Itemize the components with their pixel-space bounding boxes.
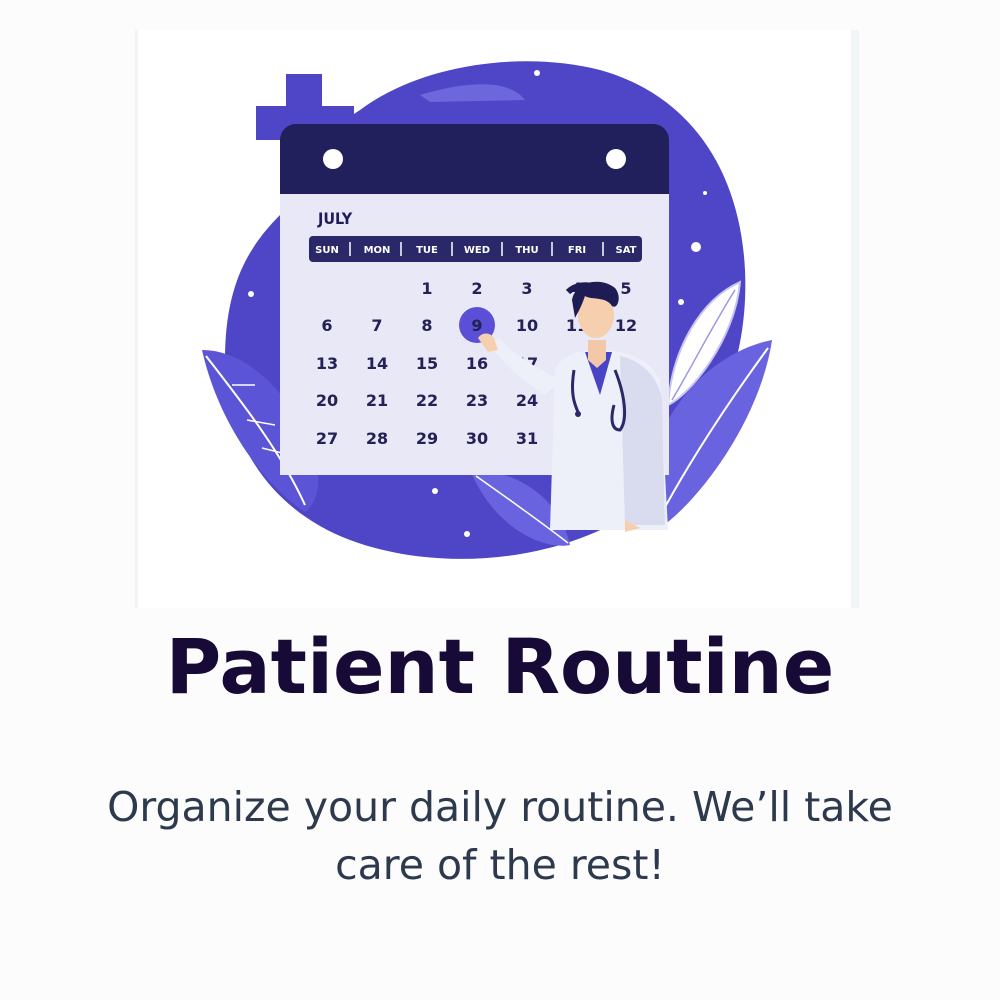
binder-ring-left [323,149,343,169]
weekday-label: THU [515,245,538,256]
calendar-day: 22 [416,391,438,410]
calendar-day: 29 [416,429,438,448]
calendar-day: 7 [371,316,382,335]
weekday-label: WED [464,245,490,256]
weekday-label: SAT [616,245,637,256]
calendar-day: 28 [366,429,388,448]
calendar-day: 24 [516,391,538,410]
calendar-day: 30 [466,429,488,448]
calendar-day: 23 [466,391,488,410]
subtitle-line-2: care of the rest! [335,841,665,889]
calendar-day: 21 [366,391,388,410]
calendar-day-highlighted: 9 [471,316,482,335]
calendar-day: 1 [421,279,432,298]
weekday-label: SUN [315,245,339,256]
calendar-day: 2 [471,279,482,298]
calendar-day: 27 [316,429,338,448]
calendar-day: 14 [366,354,388,373]
calendar-day: 16 [466,354,488,373]
calendar-day: 13 [316,354,338,373]
subtitle-line-1: Organize your daily routine. We’ll take [107,783,893,831]
weekday-label: MON [364,245,391,256]
calendar-day: 20 [316,391,338,410]
page-subtitle: Organize your daily routine. We’ll take … [60,778,940,894]
page-title: Patient Routine [165,622,835,711]
calendar-day: 5 [620,279,631,298]
calendar-month: JULY [317,209,353,228]
calendar-day: 8 [421,316,432,335]
calendar-day: 6 [321,316,332,335]
binder-ring-right [606,149,626,169]
weekday-label: FRI [568,245,586,256]
weekday-label: TUE [416,245,438,256]
calendar-day: 3 [521,279,532,298]
calendar-day: 31 [516,429,538,448]
calendar-day: 15 [416,354,438,373]
calendar-day: 12 [615,316,637,335]
calendar-day: 10 [516,316,538,335]
